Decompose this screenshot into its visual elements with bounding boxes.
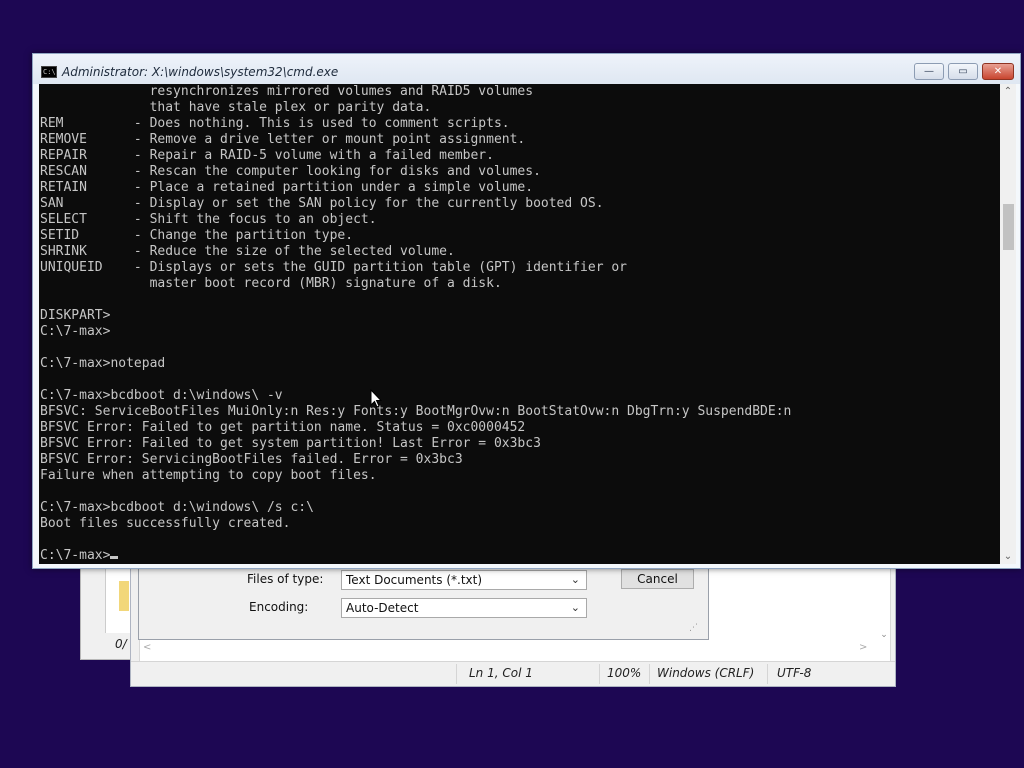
resize-grip-icon[interactable]: ⋰ [689, 623, 698, 633]
scrollbar-thumb[interactable] [1003, 204, 1014, 250]
notepad-horizontal-scrollbar[interactable]: < > [139, 642, 869, 656]
scroll-down-icon[interactable]: ⌄ [1000, 551, 1016, 562]
console-line: BFSVC: ServiceBootFiles MuiOnly:n Res:y … [40, 404, 792, 419]
console-vertical-scrollbar[interactable]: ⌃ ⌄ [1000, 84, 1016, 564]
cmd-window: C:\ Administrator: X:\windows\system32\c… [32, 53, 1021, 569]
cmd-window-icon[interactable]: C:\ [41, 66, 57, 78]
console-line: Boot files successfully created. [40, 516, 291, 531]
console-line: C:\7-max> [40, 548, 791, 564]
console-line: master boot record (MBR) signature of a … [40, 276, 502, 291]
console-line: SETID - Change the partition type. [40, 228, 354, 243]
console-line: C:\7-max> [40, 324, 111, 339]
text-cursor [110, 556, 119, 559]
console-line: C:\7-max>bcdboot d:\windows\ /s c:\ [40, 500, 314, 515]
status-zoom: 100% [607, 666, 642, 680]
scroll-down-icon[interactable]: ⌄ [877, 630, 891, 640]
console-line: Failure when attempting to copy boot fil… [40, 468, 377, 483]
window-title: Administrator: X:\windows\system32\cmd.e… [62, 65, 339, 79]
console-line: SHRINK - Reduce the size of the selected… [40, 244, 455, 259]
scroll-right-icon[interactable]: > [859, 642, 867, 653]
notepad-status-bar: Ln 1, Col 1 100% Windows (CRLF) UTF-8 [131, 661, 895, 686]
console-line: UNIQUEID - Displays or sets the GUID par… [40, 260, 627, 275]
console-line: REPAIR - Repair a RAID-5 volume with a f… [40, 148, 494, 163]
encoding-value: Auto-Detect [346, 601, 419, 615]
status-cursor-position: Ln 1, Col 1 [469, 666, 533, 680]
console-line: SAN - Display or set the SAN policy for … [40, 196, 604, 211]
files-of-type-value: Text Documents (*.txt) [346, 573, 483, 587]
scroll-up-icon[interactable]: ⌃ [1000, 86, 1016, 97]
console-line: C:\7-max>notepad [40, 356, 166, 371]
status-divider [649, 664, 650, 684]
console-line: RESCAN - Rescan the computer looking for… [40, 164, 541, 179]
folder-icon [119, 581, 129, 611]
chevron-down-icon: ⌄ [570, 573, 580, 586]
status-divider [456, 664, 457, 684]
console-line: REMOVE - Remove a drive letter or mount … [40, 132, 526, 147]
console-line: resynchronizes mirrored volumes and RAID… [40, 84, 534, 99]
close-button[interactable]: ✕ [982, 63, 1014, 80]
minimize-button[interactable]: — [914, 63, 944, 80]
status-encoding: UTF-8 [777, 666, 812, 680]
encoding-select[interactable]: Auto-Detect ⌄ [341, 598, 587, 618]
status-line-ending: Windows (CRLF) [657, 666, 755, 680]
console-line: DISKPART> [40, 308, 111, 323]
mouse-cursor-icon [370, 389, 383, 408]
console-line: SELECT - Shift the focus to an object. [40, 212, 377, 227]
maximize-button[interactable]: ▭ [948, 63, 978, 80]
files-of-type-label: Files of type: [247, 572, 324, 586]
chevron-down-icon: ⌄ [570, 601, 580, 614]
console-line: BFSVC Error: Failed to get partition nam… [40, 420, 526, 435]
save-dialog-options: Files of type: Text Documents (*.txt) ⌄ … [138, 560, 709, 640]
console-line: that have stale plex or parity data. [40, 100, 432, 115]
scroll-left-icon[interactable]: < [143, 642, 151, 653]
cancel-button[interactable]: Cancel [621, 569, 694, 589]
console-line: BFSVC Error: ServicingBootFiles failed. … [40, 452, 463, 467]
console-line: C:\7-max>bcdboot d:\windows\ -v [40, 388, 283, 403]
cmd-title-bar[interactable]: C:\ Administrator: X:\windows\system32\c… [33, 54, 1020, 84]
status-divider [599, 664, 600, 684]
console-line: RETAIN - Place a retained partition unde… [40, 180, 534, 195]
encoding-label: Encoding: [249, 600, 309, 614]
dialog-left-label: 0/ [115, 637, 127, 651]
console-output[interactable]: resynchronizes mirrored volumes and RAID… [39, 84, 1000, 564]
console-line: BFSVC Error: Failed to get system partit… [40, 436, 541, 451]
console-line: REM - Does nothing. This is used to comm… [40, 116, 510, 131]
files-of-type-select[interactable]: Text Documents (*.txt) ⌄ [341, 570, 587, 590]
console-text: resynchronizes mirrored volumes and RAID… [40, 84, 791, 564]
status-divider [767, 664, 768, 684]
